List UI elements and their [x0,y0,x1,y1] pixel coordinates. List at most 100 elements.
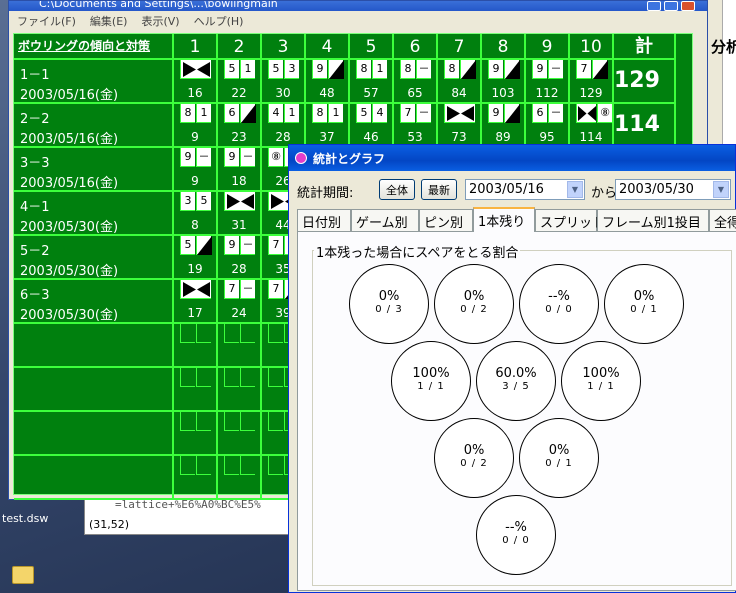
period-label: 統計期間: [297,186,354,201]
tab-1[interactable]: ゲーム別 [351,209,419,231]
game-row-label[interactable]: 4－1 2003/05/30(金) [14,192,174,236]
second-ball: 5 [196,192,211,211]
game-row-label[interactable]: 6－3 2003/05/30(金) [14,280,174,324]
date-from-select[interactable]: 2003/05/16 ▼ [465,179,585,200]
pin-7: 100% 1 / 1 [561,341,641,421]
date-to-select[interactable]: 2003/05/30 ▼ [615,179,731,200]
spare-icon [197,236,212,255]
frame-cell [218,324,262,368]
frame-score: 48 [319,86,335,100]
game-row-label[interactable] [14,368,174,412]
game-row-label[interactable]: 2－2 2003/05/16(金) [14,104,174,148]
chevron-down-icon[interactable]: ▼ [567,181,583,198]
pin-3: --% 0 / 0 [519,264,599,344]
frame-header-1: 1 [174,34,218,60]
menu-edit[interactable]: 編集(E) [90,13,128,29]
game-name: 2－2 [20,112,50,127]
frame-cell [174,412,218,456]
maximize-button[interactable] [664,1,678,11]
first-ball: 9 [224,236,239,255]
strike-icon [183,282,210,297]
frame-score: 28 [275,130,291,144]
game-name: 1－1 [20,68,50,83]
spare-icon [241,104,256,123]
empty-ball-box [268,412,283,431]
frame-cell [174,368,218,412]
empty-ball-box [240,324,255,343]
total-header: 計 [614,34,676,60]
pin-1: 0% 0 / 3 [349,264,429,344]
tab-4[interactable]: スプリット [535,209,605,231]
all-button[interactable]: 全体 [379,179,415,200]
game-row-label[interactable] [14,412,174,456]
tab-2[interactable]: ピン別 [419,209,473,231]
tab-6[interactable]: 全得 [709,209,736,231]
game-name: 6－3 [20,288,50,303]
frame-cell [174,324,218,368]
frame-cell [174,456,218,500]
empty-ball-box [224,368,239,387]
frame-score: 31 [231,218,247,232]
second-ball: － [548,60,563,79]
frame-header-4: 4 [306,34,350,60]
frame-cell: 8 84 [438,60,482,104]
frame-cell: 9 － 112 [526,60,570,104]
frame-header-3: 3 [262,34,306,60]
frame-cell: 16 [174,60,218,104]
folder-icon[interactable] [12,566,34,584]
tab-panel-one-pin: 1本残った場合にスペアをとる割合 0% 0 / 3 0% 0 / 2 --% 0 / 00… [297,231,736,591]
strike-icon [183,62,210,77]
game-row-label[interactable]: 1－1 2003/05/16(金) [14,60,174,104]
first-ball: 4 [268,104,283,123]
close-button[interactable] [681,1,695,11]
first-ball [576,104,596,123]
first-ball [444,104,475,123]
first-ball: 8 [356,60,371,79]
pin-percentage: 0% [378,289,400,304]
frame-cell: 17 [174,280,218,324]
latest-button[interactable]: 最新 [421,179,457,200]
empty-ball-box [240,456,255,475]
game-row-label[interactable] [14,456,174,500]
pin-count: 0 / 3 [375,304,403,315]
second-ball: 1 [240,60,255,79]
pin-percentage: --% [548,289,570,304]
tab-5[interactable]: フレーム別1投目 [597,209,709,231]
game-row-label[interactable] [14,324,174,368]
second-ball: ⑧ [597,104,612,123]
pin-count: 1 / 1 [417,381,445,392]
tab-3[interactable]: 1本残り [473,207,535,232]
empty-ball-box [224,324,239,343]
frame-score: 19 [187,262,203,276]
frame-score: 65 [407,86,423,100]
pin-2: 0% 0 / 2 [434,264,514,344]
scrollbar[interactable] [707,0,723,160]
menu-file[interactable]: ファイル(F) [17,13,76,29]
date-to-value: 2003/05/30 [619,182,694,197]
game-row-label[interactable]: 5－2 2003/05/30(金) [14,236,174,280]
menu-view[interactable]: 表示(V) [141,13,179,29]
second-ball: 1 [372,60,387,79]
frame-cell: 6 － 95 [526,104,570,148]
empty-ball-box [196,412,211,431]
pin-4: 0% 0 / 1 [604,264,684,344]
frame-score: 57 [363,86,379,100]
chevron-down-icon[interactable]: ▼ [713,181,729,198]
second-ball: － [240,236,255,255]
frame-header-8: 8 [482,34,526,60]
frame-score: 8 [191,218,199,232]
frame-score: 46 [363,130,379,144]
tab-0[interactable]: 日付別 [297,209,351,231]
frame-cell: 9 － 28 [218,236,262,280]
second-ball: － [240,280,255,299]
frame-cell: 5 19 [174,236,218,280]
desktop-icon-label[interactable]: test.dsw [2,512,48,525]
frame-score: 23 [231,130,247,144]
pin-6: 60.0% 3 / 5 [476,341,556,421]
frame-score: 95 [539,130,555,144]
game-row-label[interactable]: 3－3 2003/05/16(金) [14,148,174,192]
menu-help[interactable]: ヘルプ(H) [194,13,244,29]
first-ball: 3 [180,192,195,211]
minimize-button[interactable] [647,1,661,11]
game-date: 2003/05/30(金) [20,308,119,323]
